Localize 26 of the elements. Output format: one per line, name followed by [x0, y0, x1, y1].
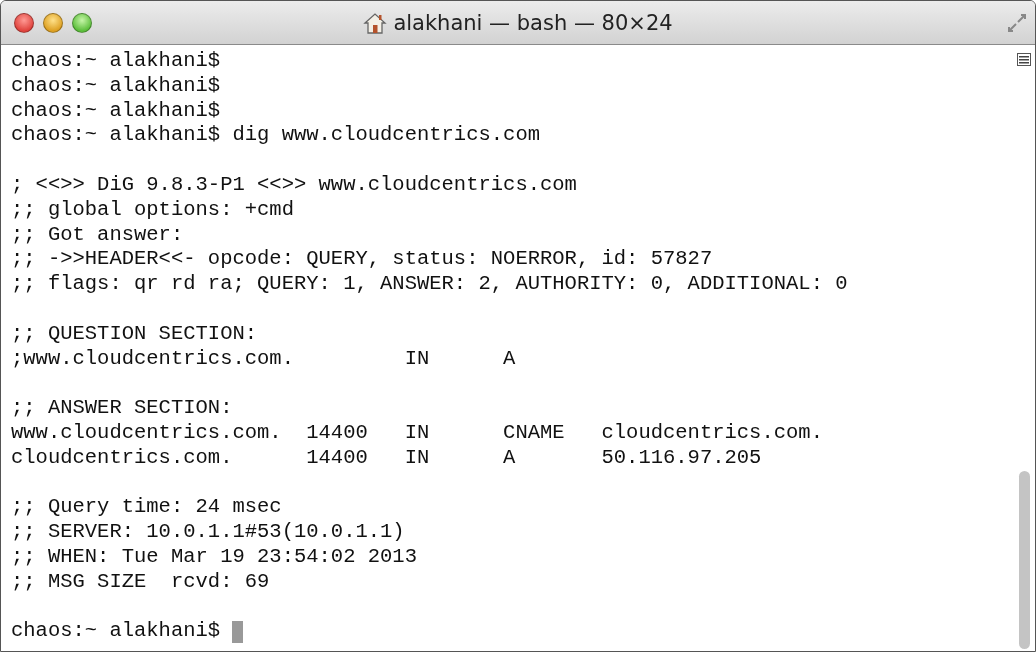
close-button[interactable] — [14, 12, 34, 33]
fullscreen-icon[interactable] — [1007, 12, 1027, 33]
zoom-button[interactable] — [72, 12, 92, 33]
terminal-line: ;; flags: qr rd ra; QUERY: 1, ANSWER: 2, AUTHORITY: 0, ADDITIONAL: 0 — [11, 272, 849, 297]
terminal-line: ;; Got answer: — [11, 222, 185, 248]
shell-prompt: chaos:~ alakhani$ — [11, 619, 221, 645]
terminal-line: chaos:~ alakhani$ — [11, 49, 222, 74]
terminal-line: chaos:~ alakhani$ — [11, 73, 222, 99]
terminal-line: ;; MSG SIZE rcvd: 69 — [11, 569, 271, 595]
terminal-line: chaos:~ alakhani$ — [11, 98, 222, 124]
split-pane-icon[interactable] — [1017, 53, 1031, 66]
terminal-line: ;; SERVER: 10.0.1.1#53(10.0.1.1) — [11, 520, 406, 545]
terminal-line: chaos:~ alakhani$ dig www.cloudcentrics.com — [11, 123, 541, 149]
minimize-button[interactable] — [43, 12, 63, 33]
terminal-line: ;; Query time: 24 msec — [11, 495, 283, 521]
terminal-line: ;; WHEN: Tue Mar 19 23:54:02 2013 — [11, 544, 418, 570]
terminal-line: cloudcentrics.com. 14400 IN A 50.116.97.205 — [11, 445, 763, 471]
scrollbar-thumb[interactable] — [1018, 471, 1030, 649]
terminal-line: ;; QUESTION SECTION: — [11, 321, 259, 347]
terminal-line: ;; ANSWER SECTION: — [11, 396, 234, 421]
terminal-line: ; <<>> DiG 9.8.3-P1 <<>> www.cloudcentrics.com — [11, 173, 578, 198]
window-title: alakhani — bash — 80×24 — [393, 10, 673, 35]
terminal-line: ;; ->>HEADER<<- opcode: QUERY, status: NOERROR, id: 57827 — [11, 247, 714, 273]
terminal-line: ;; global options: +cmd — [11, 197, 295, 223]
terminal-line: www.cloudcentrics.com. 14400 IN CNAME cloudcentrics.com. — [11, 420, 824, 446]
terminal-line: ;www.cloudcentrics.com. IN A — [11, 346, 517, 372]
